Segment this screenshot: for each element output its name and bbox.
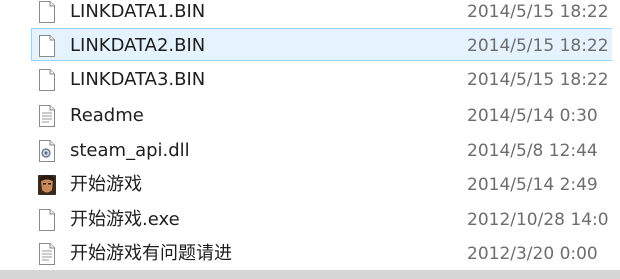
file-date: 2014/5/14 0:30 xyxy=(467,106,598,126)
file-row-linkdata1[interactable]: LINKDATA1.BIN 2014/5/15 18:22 xyxy=(31,0,620,27)
file-date: 2014/5/14 2:49 xyxy=(467,175,598,195)
text-file-icon xyxy=(39,243,55,265)
file-date: 2012/3/20 0:00 xyxy=(467,244,598,264)
file-date: 2014/5/8 12:44 xyxy=(467,141,598,161)
file-row-start-game[interactable]: 开始游戏 2014/5/14 2:49 xyxy=(31,167,620,200)
dll-file-icon xyxy=(39,140,55,162)
file-name: LINKDATA3.BIN xyxy=(70,69,206,90)
file-name: 开始游戏 xyxy=(70,174,142,195)
blank-file-icon xyxy=(39,1,55,23)
file-date: 2012/10/28 14:0 xyxy=(467,210,609,230)
game-app-icon xyxy=(38,175,56,195)
file-row-start-game-help[interactable]: 开始游戏有问题请进 2012/3/20 0:00 xyxy=(31,236,620,269)
file-row-start-game-exe[interactable]: 开始游戏.exe 2012/10/28 14:0 xyxy=(31,202,620,235)
file-name: Readme xyxy=(70,105,144,126)
file-row-steam-api-dll[interactable]: steam_api.dll 2014/5/8 12:44 xyxy=(31,133,620,166)
blank-file-icon xyxy=(39,69,55,91)
file-name: 开始游戏.exe xyxy=(70,209,180,230)
file-name: LINKDATA2.BIN xyxy=(70,35,206,56)
file-row-readme[interactable]: Readme 2014/5/14 0:30 xyxy=(31,98,620,131)
file-name: steam_api.dll xyxy=(70,140,190,161)
file-date: 2014/5/15 18:22 xyxy=(467,36,609,56)
blank-file-icon xyxy=(39,209,55,231)
file-name: LINKDATA1.BIN xyxy=(70,1,206,22)
window-bottom-edge xyxy=(0,270,620,279)
text-file-icon xyxy=(39,105,55,127)
file-date: 2014/5/15 18:22 xyxy=(467,2,609,22)
file-row-linkdata2[interactable]: LINKDATA2.BIN 2014/5/15 18:22 xyxy=(31,28,620,61)
file-list: LINKDATA1.BIN 2014/5/15 18:22 LINKDATA2.… xyxy=(0,0,620,279)
file-row-linkdata3[interactable]: LINKDATA3.BIN 2014/5/15 18:22 xyxy=(31,62,620,95)
file-date: 2014/5/15 18:22 xyxy=(467,70,609,90)
blank-file-icon xyxy=(39,35,55,57)
file-name: 开始游戏有问题请进 xyxy=(70,243,232,264)
window-right-edge xyxy=(612,0,620,270)
